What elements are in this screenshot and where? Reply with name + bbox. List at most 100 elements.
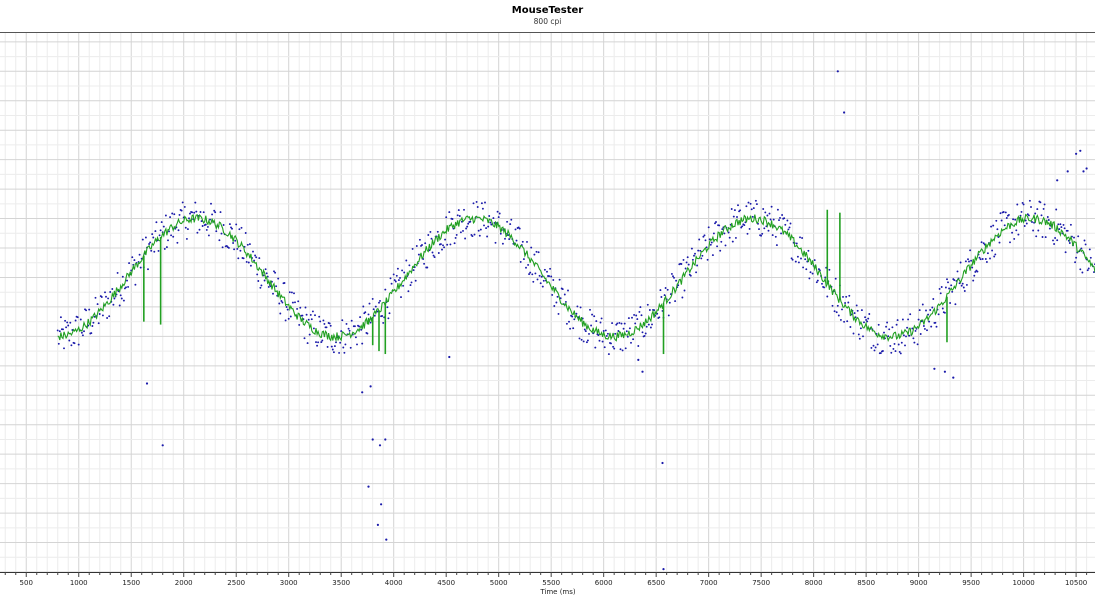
data-point (381, 315, 384, 317)
data-point (427, 234, 430, 236)
data-point (476, 206, 479, 208)
data-point (287, 317, 290, 320)
data-point (706, 258, 709, 261)
data-point (834, 277, 837, 280)
data-point (808, 277, 811, 280)
data-point (497, 216, 500, 219)
data-point (847, 301, 850, 304)
data-point (473, 233, 476, 236)
data-point (852, 332, 855, 335)
data-point (737, 204, 739, 207)
data-point (862, 335, 864, 338)
data-point (953, 279, 956, 282)
data-point (556, 295, 559, 298)
data-point (947, 281, 949, 284)
data-point (645, 325, 648, 328)
data-point (951, 290, 954, 293)
data-point (976, 270, 979, 273)
data-point (643, 334, 646, 337)
data-point (479, 228, 482, 231)
data-point (506, 220, 509, 223)
data-point (395, 274, 398, 277)
grid (0, 33, 1095, 573)
data-point (892, 347, 895, 350)
data-point (986, 252, 989, 255)
data-point (536, 278, 539, 281)
data-point (364, 311, 367, 314)
data-point (320, 341, 323, 344)
data-point (362, 305, 365, 308)
data-point (131, 256, 134, 259)
data-point (1016, 203, 1019, 206)
data-point (546, 270, 548, 273)
data-point (429, 230, 432, 233)
data-point (484, 201, 486, 204)
data-point (567, 289, 569, 292)
data-point (557, 312, 560, 315)
data-point (485, 227, 488, 230)
data-point (604, 329, 607, 332)
data-point (762, 208, 765, 210)
data-point (297, 300, 300, 303)
data-point (233, 248, 236, 251)
data-point (750, 208, 753, 211)
data-point (842, 295, 844, 298)
x-tick-label: 1500 (122, 579, 140, 587)
data-point (1075, 256, 1078, 259)
data-point (747, 201, 750, 204)
data-point (918, 309, 921, 312)
data-point (783, 217, 786, 220)
data-point (571, 315, 574, 318)
data-point (731, 240, 734, 243)
data-point (873, 349, 876, 352)
data-point (897, 343, 900, 346)
data-point (296, 307, 299, 310)
data-point (561, 288, 564, 291)
data-point (614, 332, 617, 335)
data-point (112, 303, 115, 306)
data-point (703, 234, 706, 237)
data-point (1044, 236, 1047, 239)
data-point (794, 260, 797, 263)
data-point (347, 327, 350, 330)
data-point (430, 237, 433, 240)
data-point (451, 218, 454, 220)
data-point (1073, 236, 1075, 239)
data-point (128, 262, 131, 265)
data-point (239, 249, 242, 252)
data-point (361, 342, 364, 345)
data-point (784, 223, 787, 226)
data-point (586, 339, 589, 342)
data-point (531, 273, 534, 276)
data-point (946, 278, 948, 281)
data-point (248, 243, 251, 246)
data-point (971, 266, 974, 269)
data-point (304, 306, 307, 309)
data-point (569, 327, 572, 330)
data-point (979, 258, 982, 261)
data-point (537, 251, 540, 254)
data-point (448, 211, 451, 214)
x-tick-label: 2000 (175, 579, 193, 587)
data-point (833, 310, 836, 313)
data-point (591, 313, 594, 316)
x-axis: 500 1000 1500 2000 2500 3000 3500 4000 4500 5000 5… (0, 572, 1095, 587)
data-point (1087, 267, 1090, 270)
x-tick-label: 9000 (910, 579, 928, 587)
data-point (1046, 216, 1049, 218)
data-point (76, 316, 79, 319)
data-point (1081, 271, 1084, 274)
data-point (914, 329, 917, 332)
data-point (919, 333, 922, 335)
data-point (855, 304, 858, 307)
data-point (548, 275, 551, 278)
data-point (929, 309, 932, 311)
data-point (194, 201, 197, 204)
data-point (549, 267, 552, 270)
data-point (985, 261, 988, 263)
data-point (167, 239, 169, 242)
data-point (205, 228, 208, 231)
data-point (399, 276, 401, 279)
data-point (374, 305, 377, 308)
data-point (527, 263, 530, 266)
